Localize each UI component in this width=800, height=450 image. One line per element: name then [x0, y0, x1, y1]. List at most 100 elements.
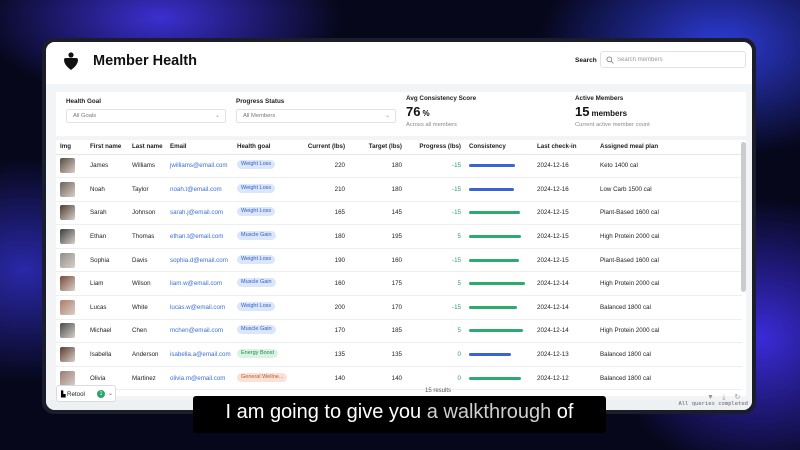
active-members-number: 15: [575, 104, 590, 119]
health-goal-cell: Weight Loss: [233, 177, 303, 202]
col-first-name[interactable]: First name: [86, 140, 128, 155]
last-checkin-cell: 2024-12-13: [533, 342, 596, 367]
meal-plan-cell: High Protein 2000 cal: [596, 319, 742, 344]
table-header-row: Img First name Last name Email Health go…: [56, 140, 742, 155]
chevron-down-icon: ⌄: [214, 113, 220, 119]
avatar: [60, 276, 75, 292]
search-box[interactable]: [600, 51, 746, 68]
col-img[interactable]: Img: [56, 140, 86, 155]
avg-consistency-sub: Across all members: [406, 122, 457, 128]
consistency-bar: [469, 258, 519, 262]
table-scrollbar[interactable]: [741, 142, 746, 292]
progress-status-label: Progress Status: [236, 98, 285, 105]
consistency-cell: [465, 366, 533, 391]
consistency-bar: [469, 329, 523, 333]
email-cell[interactable]: ethan.t@email.com: [166, 224, 233, 249]
first-name-cell: Isabella: [86, 342, 128, 367]
last-checkin-cell: 2024-12-15: [533, 248, 596, 273]
consistency-cell: [465, 224, 533, 249]
chevron-down-icon: ⌄: [384, 113, 390, 119]
avg-consistency-number: 76: [406, 104, 421, 119]
health-goal-select[interactable]: All Goals ⌄: [66, 109, 226, 123]
col-last-checkin[interactable]: Last check-in: [533, 140, 596, 155]
table-row[interactable]: Olivia Martinez olivia.m@email.com General …: [56, 366, 742, 391]
table-row[interactable]: Lucas White lucas.w@email.com Weight Loss 20…: [56, 295, 742, 320]
first-name-cell: Ethan: [86, 224, 128, 249]
current-cell: 165: [303, 201, 349, 226]
search-label: Search: [575, 57, 597, 64]
email-cell[interactable]: olivia.m@email.com: [166, 366, 233, 391]
consistency-bar: [469, 352, 511, 356]
last-checkin-cell: 2024-12-15: [533, 201, 596, 226]
last-name-cell: Martinez: [128, 366, 166, 391]
search-input[interactable]: [617, 54, 742, 65]
email-cell[interactable]: jwilliams@email.com: [166, 154, 233, 179]
email-cell[interactable]: sarah.j@email.com: [166, 201, 233, 226]
first-name-cell: Sarah: [86, 201, 128, 226]
img-cell: [56, 177, 86, 202]
img-cell: [56, 224, 86, 249]
last-checkin-cell: 2024-12-12: [533, 366, 596, 391]
email-cell[interactable]: liam.w@email.com: [166, 271, 233, 297]
app-header: Member Health Search: [46, 42, 752, 84]
app-window: Member Health Search Health Goal All Goa…: [42, 38, 756, 414]
email-cell[interactable]: isabella.a@email.com: [166, 342, 233, 367]
health-goal-badge: Muscle Gain: [237, 231, 276, 241]
email-cell[interactable]: sophia.d@email.com: [166, 248, 233, 273]
table-row[interactable]: Sophia Davis sophia.d@email.com Weight Loss…: [56, 248, 742, 273]
email-cell[interactable]: noah.t@email.com: [166, 177, 233, 202]
img-cell: [56, 201, 86, 226]
health-goal-cell: General Wellne...: [233, 366, 303, 391]
current-cell: 180: [303, 224, 349, 249]
img-cell: [56, 319, 86, 344]
target-cell: 140: [349, 366, 406, 391]
col-current[interactable]: Current (lbs): [303, 140, 349, 155]
progress-cell: 0: [406, 366, 465, 391]
col-consistency[interactable]: Consistency: [465, 140, 533, 155]
retool-launcher[interactable]: ▙ Retool 1 ⌄: [56, 385, 116, 402]
meal-plan-cell: Keto 1400 cal: [596, 154, 742, 179]
last-name-cell: Wilson: [128, 271, 166, 297]
table-row[interactable]: Liam Wilson liam.w@email.com Muscle Gain 160…: [56, 271, 742, 297]
consistency-bar: [469, 234, 521, 238]
meal-plan-cell: Plant-Based 1600 cal: [596, 248, 742, 273]
first-name-cell: James: [86, 154, 128, 179]
health-goal-badge: Energy Boost: [237, 349, 279, 359]
col-meal-plan[interactable]: Assigned meal plan: [596, 140, 742, 155]
progress-status-select[interactable]: All Members ⌄: [236, 109, 396, 123]
table-row[interactable]: James Williams jwilliams@email.com Weight L…: [56, 154, 742, 179]
table-row[interactable]: Michael Chen mchen@email.com Muscle Gain 170…: [56, 319, 742, 344]
col-health-goal[interactable]: Health goal: [233, 140, 303, 155]
active-members-label: Active Members: [575, 95, 624, 102]
col-email[interactable]: Email: [166, 140, 233, 155]
search-icon: [606, 56, 614, 64]
target-cell: 170: [349, 295, 406, 320]
avatar: [60, 158, 75, 174]
last-name-cell: Chen: [128, 319, 166, 344]
col-progress[interactable]: Progress (lbs): [406, 140, 465, 155]
active-members-value: 15 members: [575, 104, 627, 119]
avg-consistency-value: 76%: [406, 104, 430, 119]
col-last-name[interactable]: Last name: [128, 140, 166, 155]
first-name-cell: Lucas: [86, 295, 128, 320]
col-target[interactable]: Target (lbs): [349, 140, 406, 155]
table-row[interactable]: Noah Taylor noah.t@email.com Weight Loss 210…: [56, 177, 742, 202]
img-cell: [56, 295, 86, 320]
consistency-bar: [469, 305, 517, 309]
target-cell: 180: [349, 177, 406, 202]
table-row[interactable]: Ethan Thomas ethan.t@email.com Muscle Gain 1…: [56, 224, 742, 249]
last-checkin-cell: 2024-12-16: [533, 154, 596, 179]
email-cell[interactable]: lucas.w@email.com: [166, 295, 233, 320]
email-cell[interactable]: mchen@email.com: [166, 319, 233, 344]
avg-consistency-label: Avg Consistency Score: [406, 95, 477, 102]
meal-plan-cell: High Protein 2000 cal: [596, 224, 742, 249]
table-row[interactable]: Sarah Johnson sarah.j@email.com Weight Loss…: [56, 201, 742, 226]
progress-cell: -15: [406, 177, 465, 202]
health-goal-badge: Weight Loss: [237, 254, 276, 264]
video-caption: I am going to give you a walkthrough of: [193, 396, 606, 433]
avatar: [60, 347, 75, 363]
table-row[interactable]: Isabella Anderson isabella.a@email.com Ener…: [56, 342, 742, 367]
health-goal-badge: Muscle Gain: [237, 278, 276, 288]
avatar: [60, 205, 75, 221]
avatar: [60, 370, 75, 386]
